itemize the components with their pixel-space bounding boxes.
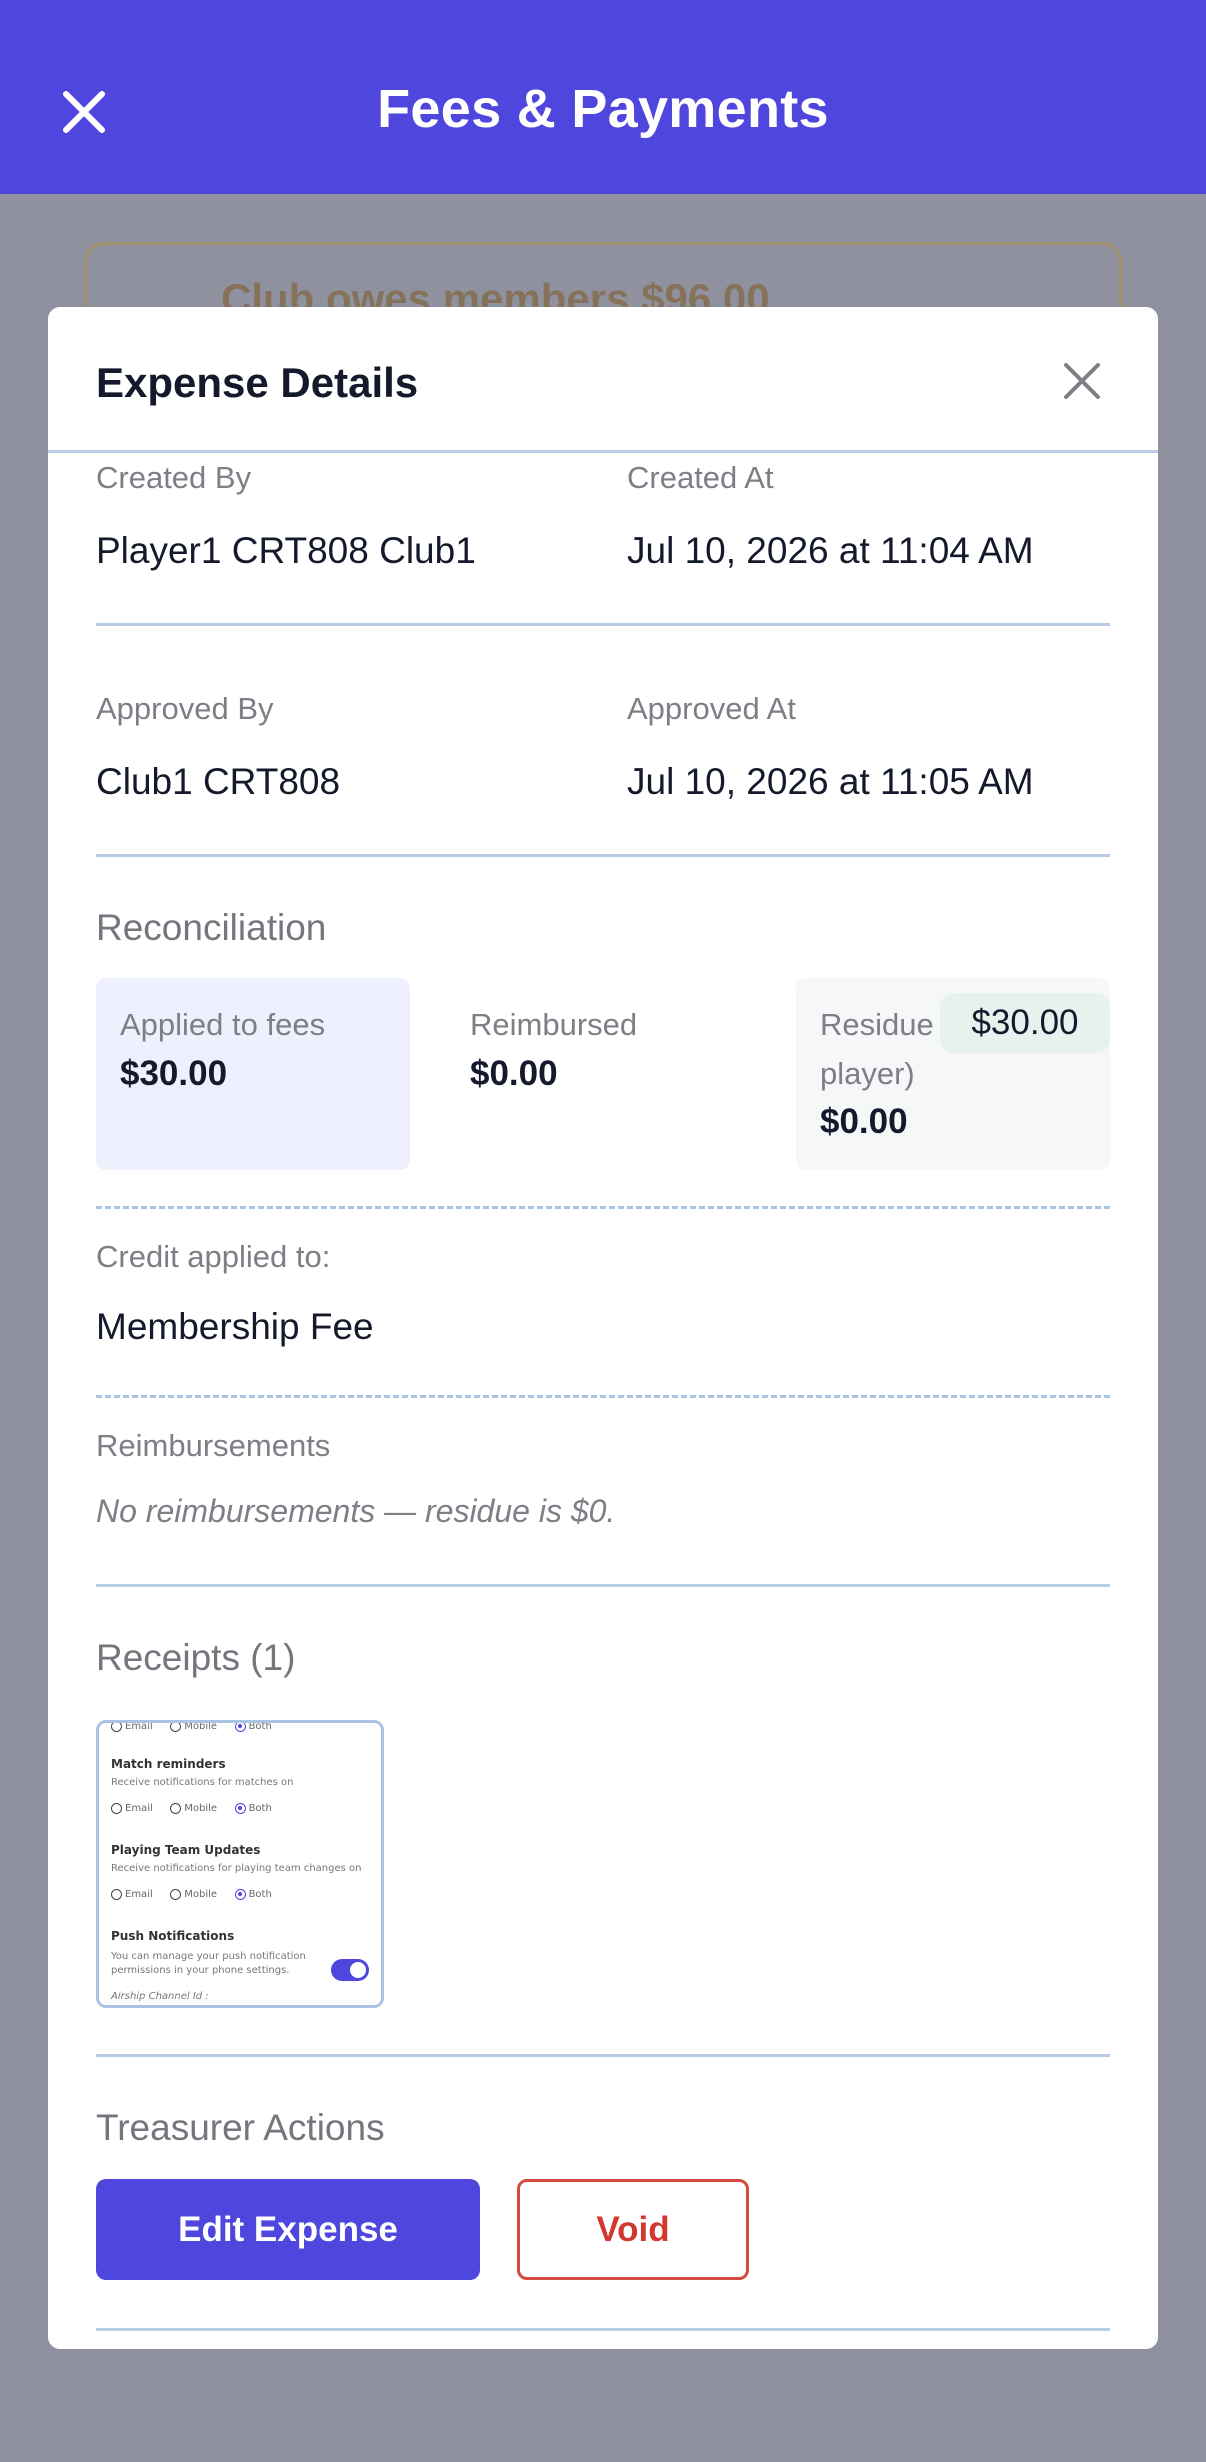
treasurer-actions-title: Treasurer Actions bbox=[96, 2107, 385, 2148]
thumb-push-sub1: You can manage your push notification bbox=[111, 1951, 306, 1962]
reimbursements-label: Reimbursements bbox=[96, 1428, 331, 1463]
reimbursed-card: Reimbursed $0.00 bbox=[446, 978, 760, 1170]
dashed-divider bbox=[96, 1395, 1110, 1398]
residue-value: $0.00 bbox=[820, 1102, 908, 1141]
thumb-team-title: Playing Team Updates bbox=[111, 1843, 261, 1857]
void-button[interactable]: Void bbox=[517, 2179, 749, 2280]
reimbursed-value: $0.00 bbox=[470, 1054, 558, 1093]
divider bbox=[96, 1584, 1110, 1587]
created-by-value: Player1 CRT808 Club1 bbox=[96, 530, 476, 571]
applied-to-fees-card: Applied to fees $30.00 bbox=[96, 978, 410, 1170]
thumb-match-sub: Receive notifications for matches on bbox=[111, 1777, 294, 1788]
created-at-label: Created At bbox=[627, 460, 774, 495]
divider bbox=[96, 623, 1110, 626]
thumb-top-options: Email Mobile Both bbox=[111, 1723, 286, 1732]
credit-item-name: Membership Fee bbox=[96, 1306, 374, 1347]
approved-by-label: Approved By bbox=[96, 691, 274, 726]
receipts-title: Receipts (1) bbox=[96, 1637, 296, 1678]
reimbursed-label: Reimbursed bbox=[470, 1007, 638, 1042]
close-icon[interactable] bbox=[1062, 361, 1102, 401]
thumb-push-sub2: permissions in your phone settings. bbox=[111, 1965, 290, 1976]
approved-at-label: Approved At bbox=[627, 691, 796, 726]
thumb-team-sub: Receive notifications for playing team c… bbox=[111, 1863, 362, 1874]
page-title: Fees & Payments bbox=[377, 79, 829, 139]
thumb-match-title: Match reminders bbox=[111, 1757, 226, 1771]
applied-to-fees-value: $30.00 bbox=[120, 1054, 228, 1093]
created-at-value: Jul 10, 2026 at 11:04 AM bbox=[627, 530, 1034, 571]
divider bbox=[96, 2054, 1110, 2057]
created-by-label: Created By bbox=[96, 460, 252, 495]
credit-applied-label: Credit applied to: bbox=[96, 1239, 331, 1274]
dashed-divider bbox=[96, 1206, 1110, 1209]
expense-details-modal: Expense Details Created By Player1 CRT80… bbox=[48, 307, 1158, 2349]
modal-header: Expense Details bbox=[48, 307, 1158, 453]
approved-at-value: Jul 10, 2026 at 11:05 AM bbox=[627, 761, 1034, 802]
reimbursements-empty-text: No reimbursements — residue is $0. bbox=[96, 1493, 616, 1529]
edit-expense-button[interactable]: Edit Expense bbox=[96, 2179, 480, 2280]
divider bbox=[96, 854, 1110, 857]
app-bar: Fees & Payments bbox=[0, 0, 1206, 194]
approved-by-value: Club1 CRT808 bbox=[96, 761, 341, 802]
thumb-match-options: Email Mobile Both bbox=[111, 1801, 286, 1814]
thumb-channel: Airship Channel Id : bbox=[111, 1991, 209, 2002]
reconciliation-title: Reconciliation bbox=[96, 907, 327, 948]
thumb-team-options: Email Mobile Both bbox=[111, 1887, 286, 1900]
thumb-push-title: Push Notifications bbox=[111, 1929, 235, 1943]
modal-title: Expense Details bbox=[96, 359, 419, 406]
divider bbox=[96, 2328, 1110, 2331]
thumb-toggle bbox=[331, 1959, 369, 1981]
applied-to-fees-label: Applied to fees bbox=[120, 1007, 326, 1042]
receipt-thumbnail[interactable]: Email Mobile Both Match reminders Receiv… bbox=[96, 1720, 384, 2008]
credit-amount-pill: $30.00 bbox=[940, 993, 1110, 1053]
